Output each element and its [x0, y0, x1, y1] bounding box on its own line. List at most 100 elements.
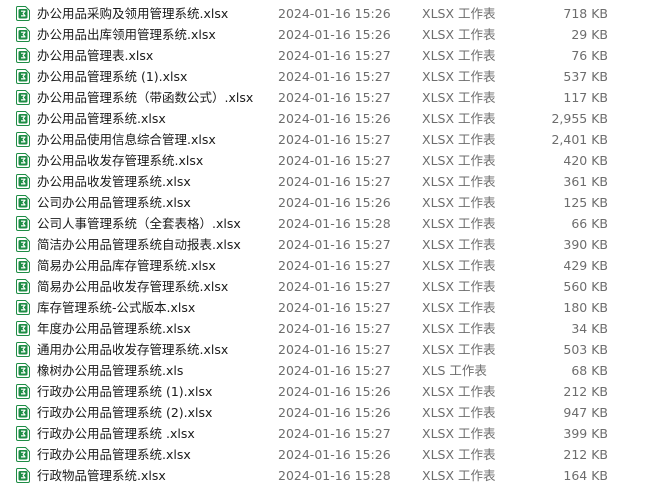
file-size: 212 KB	[563, 384, 608, 399]
file-name[interactable]: 年度办公用品管理系统.xlsx	[37, 318, 191, 339]
file-row[interactable]: 年度办公用品管理系统.xlsx 2024-01-16 15:27 XLSX 工作…	[0, 318, 669, 339]
excel-spreadsheet-icon	[16, 279, 30, 294]
file-modified-date: 2024-01-16 15:27	[278, 279, 391, 294]
file-modified-date: 2024-01-16 15:26	[278, 6, 391, 21]
file-name[interactable]: 公司办公用品管理系统.xlsx	[37, 192, 191, 213]
excel-spreadsheet-icon	[16, 447, 30, 462]
file-size: 2,401 KB	[551, 132, 608, 147]
file-size: 399 KB	[563, 426, 608, 441]
file-name[interactable]: 行政物品管理系统.xlsx	[37, 465, 166, 486]
file-name[interactable]: 办公用品采购及领用管理系统.xlsx	[37, 3, 228, 24]
file-type: XLSX 工作表	[422, 69, 496, 84]
file-size: 429 KB	[563, 258, 608, 273]
file-modified-date: 2024-01-16 15:28	[278, 468, 391, 483]
file-name[interactable]: 简易办公用品库存管理系统.xlsx	[37, 255, 216, 276]
file-size: 76 KB	[571, 48, 608, 63]
file-row[interactable]: 简易办公用品收发存管理系统.xlsx 2024-01-16 15:27 XLSX…	[0, 276, 669, 297]
excel-spreadsheet-icon	[16, 300, 30, 315]
file-modified-date: 2024-01-16 15:27	[278, 342, 391, 357]
file-row[interactable]: 简洁办公用品管理系统自动报表.xlsx 2024-01-16 15:27 XLS…	[0, 234, 669, 255]
file-row[interactable]: 办公用品采购及领用管理系统.xlsx 2024-01-16 15:26 XLSX…	[0, 3, 669, 24]
file-type: XLSX 工作表	[422, 111, 496, 126]
file-row[interactable]: 办公用品管理系统（带函数公式）.xlsx 2024-01-16 15:27 XL…	[0, 87, 669, 108]
file-row[interactable]: 行政办公用品管理系统 .xlsx 2024-01-16 15:27 XLSX 工…	[0, 423, 669, 444]
file-modified-date: 2024-01-16 15:27	[278, 321, 391, 336]
file-name[interactable]: 办公用品管理系统（带函数公式）.xlsx	[37, 87, 253, 108]
file-row[interactable]: 行政物品管理系统.xlsx 2024-01-16 15:28 XLSX 工作表 …	[0, 465, 669, 486]
file-type: XLSX 工作表	[422, 405, 496, 420]
file-name[interactable]: 办公用品收发存管理系统.xlsx	[37, 150, 203, 171]
file-name[interactable]: 办公用品管理表.xlsx	[37, 45, 153, 66]
excel-spreadsheet-icon	[16, 405, 30, 420]
file-name[interactable]: 公司人事管理系统（全套表格）.xlsx	[37, 213, 241, 234]
excel-spreadsheet-icon	[16, 111, 30, 126]
file-name[interactable]: 办公用品收发管理系统.xlsx	[37, 171, 191, 192]
excel-spreadsheet-icon	[16, 258, 30, 273]
file-type: XLSX 工作表	[422, 216, 496, 231]
file-row[interactable]: 库存管理系统-公式版本.xlsx 2024-01-16 15:27 XLSX 工…	[0, 297, 669, 318]
file-type: XLSX 工作表	[422, 384, 496, 399]
file-name[interactable]: 简洁办公用品管理系统自动报表.xlsx	[37, 234, 241, 255]
file-row[interactable]: 办公用品管理系统.xlsx 2024-01-16 15:26 XLSX 工作表 …	[0, 108, 669, 129]
excel-spreadsheet-icon	[16, 384, 30, 399]
file-type: XLSX 工作表	[422, 447, 496, 462]
excel-spreadsheet-icon	[16, 321, 30, 336]
file-type: XLSX 工作表	[422, 237, 496, 252]
file-name[interactable]: 橡树办公用品管理系统.xls	[37, 360, 183, 381]
file-name[interactable]: 办公用品出库领用管理系统.xlsx	[37, 24, 216, 45]
file-size: 2,955 KB	[551, 111, 608, 126]
file-name[interactable]: 简易办公用品收发存管理系统.xlsx	[37, 276, 228, 297]
file-type: XLS 工作表	[422, 363, 487, 378]
excel-spreadsheet-icon	[16, 69, 30, 84]
file-name[interactable]: 通用办公用品收发存管理系统.xlsx	[37, 339, 228, 360]
file-row[interactable]: 行政办公用品管理系统.xlsx 2024-01-16 15:26 XLSX 工作…	[0, 444, 669, 465]
file-name[interactable]: 行政办公用品管理系统 (2).xlsx	[37, 402, 212, 423]
file-modified-date: 2024-01-16 15:27	[278, 174, 391, 189]
excel-spreadsheet-icon	[16, 132, 30, 147]
excel-spreadsheet-icon	[16, 426, 30, 441]
file-modified-date: 2024-01-16 15:27	[278, 258, 391, 273]
file-type: XLSX 工作表	[422, 153, 496, 168]
file-row[interactable]: 公司办公用品管理系统.xlsx 2024-01-16 15:26 XLSX 工作…	[0, 192, 669, 213]
file-type: XLSX 工作表	[422, 321, 496, 336]
file-type: XLSX 工作表	[422, 342, 496, 357]
file-type: XLSX 工作表	[422, 174, 496, 189]
file-row[interactable]: 办公用品管理表.xlsx 2024-01-16 15:27 XLSX 工作表 7…	[0, 45, 669, 66]
excel-spreadsheet-icon	[16, 174, 30, 189]
file-name[interactable]: 库存管理系统-公式版本.xlsx	[37, 297, 195, 318]
excel-spreadsheet-icon	[16, 48, 30, 63]
excel-spreadsheet-icon	[16, 6, 30, 21]
file-name[interactable]: 办公用品管理系统.xlsx	[37, 108, 166, 129]
excel-spreadsheet-icon	[16, 342, 30, 357]
file-name[interactable]: 办公用品使用信息综合管理.xlsx	[37, 129, 216, 150]
file-modified-date: 2024-01-16 15:26	[278, 111, 391, 126]
file-modified-date: 2024-01-16 15:26	[278, 384, 391, 399]
file-size: 503 KB	[563, 342, 608, 357]
file-name[interactable]: 行政办公用品管理系统 .xlsx	[37, 423, 195, 444]
file-row[interactable]: 办公用品收发存管理系统.xlsx 2024-01-16 15:27 XLSX 工…	[0, 150, 669, 171]
file-row[interactable]: 行政办公用品管理系统 (2).xlsx 2024-01-16 15:26 XLS…	[0, 402, 669, 423]
file-name[interactable]: 行政办公用品管理系统 (1).xlsx	[37, 381, 212, 402]
file-row[interactable]: 通用办公用品收发存管理系统.xlsx 2024-01-16 15:27 XLSX…	[0, 339, 669, 360]
file-size: 718 KB	[563, 6, 608, 21]
file-modified-date: 2024-01-16 15:27	[278, 90, 391, 105]
file-size: 947 KB	[563, 405, 608, 420]
file-row[interactable]: 橡树办公用品管理系统.xls 2024-01-16 15:27 XLS 工作表 …	[0, 360, 669, 381]
file-row[interactable]: 办公用品出库领用管理系统.xlsx 2024-01-16 15:26 XLSX …	[0, 24, 669, 45]
file-row[interactable]: 公司人事管理系统（全套表格）.xlsx 2024-01-16 15:28 XLS…	[0, 213, 669, 234]
file-row[interactable]: 简易办公用品库存管理系统.xlsx 2024-01-16 15:27 XLSX …	[0, 255, 669, 276]
file-row[interactable]: 办公用品收发管理系统.xlsx 2024-01-16 15:27 XLSX 工作…	[0, 171, 669, 192]
file-type: XLSX 工作表	[422, 300, 496, 315]
file-row[interactable]: 办公用品使用信息综合管理.xlsx 2024-01-16 15:27 XLSX …	[0, 129, 669, 150]
file-row[interactable]: 行政办公用品管理系统 (1).xlsx 2024-01-16 15:26 XLS…	[0, 381, 669, 402]
file-row[interactable]: 办公用品管理系统 (1).xlsx 2024-01-16 15:27 XLSX …	[0, 66, 669, 87]
file-type: XLSX 工作表	[422, 27, 496, 42]
file-size: 390 KB	[563, 237, 608, 252]
file-size: 212 KB	[563, 447, 608, 462]
file-name[interactable]: 行政办公用品管理系统.xlsx	[37, 444, 191, 465]
excel-spreadsheet-icon	[16, 237, 30, 252]
file-size: 560 KB	[563, 279, 608, 294]
file-name[interactable]: 办公用品管理系统 (1).xlsx	[37, 66, 187, 87]
excel-spreadsheet-icon	[16, 153, 30, 168]
file-size: 537 KB	[563, 69, 608, 84]
